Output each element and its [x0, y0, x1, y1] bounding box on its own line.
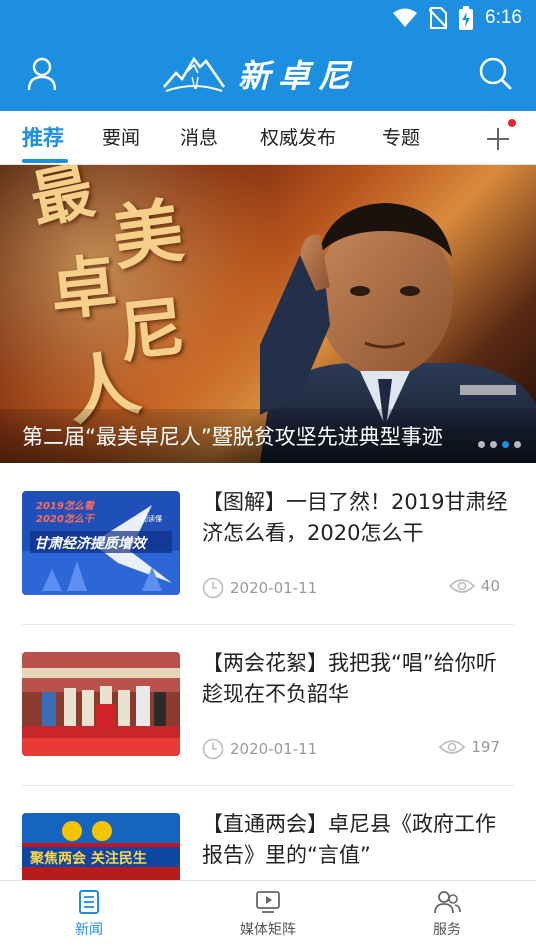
- clock-icon: [202, 577, 224, 599]
- thumb-text-2020: 2020怎么干: [36, 513, 96, 525]
- nav-news[interactable]: 新闻: [44, 889, 134, 939]
- thumb-text-tag: 一图读懂: [134, 514, 162, 523]
- banner-art-char-2: 美: [107, 188, 189, 281]
- notification-dot: [508, 119, 516, 127]
- carousel-dot[interactable]: [478, 441, 485, 448]
- category-tabs: 推荐 要闻 消息 权威发布 专题: [0, 111, 536, 165]
- economy-infographic-image: 2019怎么看 2020怎么干 一图读懂 甘肃经济提质增效: [22, 491, 180, 595]
- nav-services-label: 服务: [433, 922, 461, 938]
- tab-recommend[interactable]: 推荐: [22, 122, 64, 152]
- news-list-item[interactable]: 2019怎么看 2020怎么干 一图读懂 甘肃经济提质增效 【图解】一目了然！2…: [22, 490, 514, 625]
- status-bar: 6:16: [0, 0, 536, 36]
- nav-services[interactable]: 服务: [402, 889, 492, 939]
- carousel-dot-active[interactable]: [502, 441, 509, 448]
- news-views: 40: [448, 577, 500, 595]
- bottom-navigation: 新闻 媒体矩阵 服务: [0, 880, 536, 952]
- news-list-item[interactable]: 聚焦两会 关注民生 【直通两会】卓尼县《政府工作报告》里的“言值”: [22, 813, 514, 880]
- news-icon: [79, 890, 99, 914]
- carousel-dot[interactable]: [490, 441, 497, 448]
- status-time: 6:16: [485, 7, 522, 28]
- news-title: 【图解】一目了然！2019甘肃经济怎么看，2020怎么干: [202, 490, 508, 545]
- mountain-logo-icon: [163, 56, 226, 92]
- news-thumbnail: 2019怎么看 2020怎么干 一图读懂 甘肃经济提质增效: [22, 491, 180, 595]
- thumb-text-2019: 2019怎么看: [36, 500, 96, 512]
- people-icon: [434, 891, 461, 914]
- news-title: 【直通两会】卓尼县《政府工作报告》里的“言值”: [202, 813, 496, 867]
- news-thumbnail: [22, 652, 180, 756]
- play-screen-icon: [256, 891, 280, 913]
- news-views-count: 197: [471, 738, 500, 756]
- tab-topics[interactable]: 专题: [382, 123, 420, 150]
- banner-caption: 第二届“最美卓尼人”暨脱贫攻坚先进典型事迹: [22, 425, 443, 449]
- carousel-indicator: [478, 441, 521, 448]
- thumb-text-headline: 甘肃经济提质增效: [34, 535, 149, 552]
- stage-performance-image: [22, 652, 180, 756]
- active-tab-indicator: [22, 159, 68, 163]
- tab-messages[interactable]: 消息: [180, 123, 218, 150]
- nav-news-label: 新闻: [75, 922, 103, 938]
- news-views: 197: [439, 738, 500, 756]
- news-title: 【两会花絮】我把我“唱”给你听 趁现在不负韶华: [202, 651, 497, 706]
- add-channel-button[interactable]: [484, 125, 512, 153]
- banner-art-char-3: 卓: [46, 245, 121, 331]
- tab-official-release[interactable]: 权威发布: [260, 123, 336, 150]
- news-date: 2020-01-11: [202, 577, 317, 599]
- news-date-text: 2020-01-11: [230, 740, 318, 758]
- clock-icon: [202, 738, 224, 760]
- no-sim-icon: [429, 7, 448, 29]
- wifi-icon: [393, 8, 418, 27]
- search-button[interactable]: [476, 54, 514, 92]
- eye-icon: [439, 740, 466, 754]
- app-logo: 新卓尼: [162, 48, 382, 100]
- nav-media-label: 媒体矩阵: [240, 922, 296, 938]
- nav-media-matrix[interactable]: 媒体矩阵: [223, 889, 313, 939]
- user-icon: [27, 57, 57, 91]
- plus-icon: [487, 128, 509, 150]
- carousel-dot[interactable]: [514, 441, 521, 448]
- news-date: 2020-01-11: [202, 738, 317, 760]
- battery-charging-icon: [459, 6, 474, 30]
- news-thumbnail: 聚焦两会 关注民生: [22, 813, 180, 880]
- news-date-text: 2020-01-11: [230, 579, 318, 597]
- eye-icon: [448, 579, 475, 593]
- news-views-count: 40: [480, 577, 500, 595]
- user-profile-button[interactable]: [22, 56, 62, 92]
- news-list-item[interactable]: 【两会花絮】我把我“唱”给你听 趁现在不负韶华 2020-01-11 197: [22, 651, 514, 786]
- two-sessions-image: 聚焦两会 关注民生: [22, 813, 180, 880]
- search-icon: [479, 57, 512, 90]
- featured-banner[interactable]: 最 美 卓 尼 人 第二届“最美卓尼人”暨脱贫攻坚先进典型事迹: [0, 165, 536, 463]
- thumb-text-headline: 聚焦两会 关注民生: [29, 850, 147, 867]
- app-header: 新卓尼: [0, 36, 536, 111]
- tab-headlines[interactable]: 要闻: [102, 123, 140, 150]
- app-brand-name: 新卓尼: [238, 57, 359, 95]
